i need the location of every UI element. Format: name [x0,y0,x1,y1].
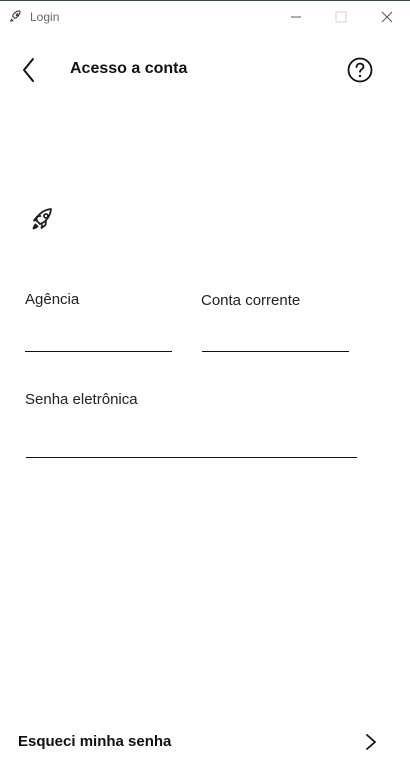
minimize-icon [291,16,301,18]
conta-corrente-field[interactable] [202,330,349,352]
conta-corrente-label: Conta corrente [201,292,301,309]
agencia-label: Agência [25,291,80,308]
minimize-button[interactable] [273,1,319,33]
chevron-left-icon [23,58,34,82]
help-circle-icon[interactable] [346,56,374,84]
maximize-button[interactable] [318,1,364,33]
window-title: Login [30,10,60,24]
back-button[interactable] [14,55,44,85]
title-bar: Login [0,1,410,33]
senha-eletronica-label: Senha eletrônica [25,391,138,408]
close-button[interactable] [364,1,410,33]
senha-eletronica-field[interactable] [26,436,357,458]
app-window: Login Acesso a conta Agência Conta corre… [0,0,410,781]
rocket-icon [10,10,21,22]
forgot-password-button[interactable]: Esqueci minha senha [0,721,410,763]
page-title: Acesso a conta [70,60,188,77]
rocket-icon [32,208,52,230]
forgot-password-label: Esqueci minha senha [18,733,172,750]
chevron-right-icon [366,734,376,750]
agencia-field[interactable] [25,330,172,352]
close-icon [381,11,393,23]
maximize-icon [335,11,347,23]
